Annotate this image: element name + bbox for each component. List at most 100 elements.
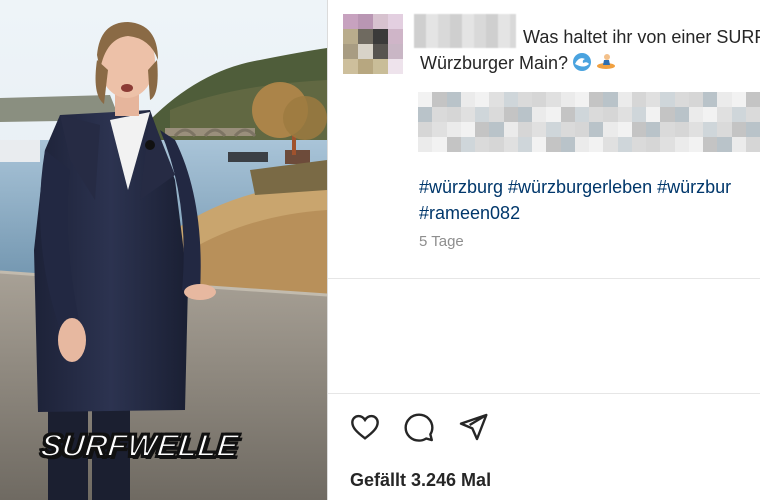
blur-pixel (503, 122, 518, 137)
blur-pixel (574, 137, 589, 152)
blur-pixel (589, 122, 604, 137)
blur-pixel (703, 137, 718, 152)
blur-pixel (475, 92, 490, 107)
blur-pixel (503, 137, 518, 152)
send-icon (459, 413, 488, 441)
blur-pixel (631, 107, 646, 122)
blur-pixel (532, 122, 547, 137)
blur-pixel (532, 137, 547, 152)
post-timestamp[interactable]: 5 Tage (419, 233, 464, 250)
blur-pixel (646, 92, 661, 107)
actions-divider (328, 393, 760, 394)
blur-pixel (674, 107, 689, 122)
blur-pixel (674, 122, 689, 137)
blur-pixel (745, 92, 760, 107)
blur-pixel (631, 92, 646, 107)
post-photo (0, 0, 327, 500)
post-caption: Was haltet ihr von einer SURF Würzburger… (420, 24, 760, 76)
blur-pixel (503, 92, 518, 107)
author-avatar-blurred[interactable] (343, 14, 403, 74)
blur-pixel (574, 107, 589, 122)
post-media[interactable]: SURFWELLE (0, 0, 327, 500)
blur-pixel (446, 137, 461, 152)
blur-pixel (646, 137, 661, 152)
blur-pixel (731, 137, 746, 152)
caption-line-2-text: Würzburger Main? (420, 53, 569, 73)
blur-pixel (589, 137, 604, 152)
blur-pixel (489, 107, 504, 122)
blur-pixel (603, 107, 618, 122)
blur-pixel (617, 137, 632, 152)
blur-pixel (660, 122, 675, 137)
blur-pixel (603, 122, 618, 137)
blur-pixel (646, 122, 661, 137)
blur-pixel (703, 107, 718, 122)
blur-pixel (745, 107, 760, 122)
blur-pixel (446, 122, 461, 137)
blur-pixel (660, 137, 675, 152)
caption-line-2: Würzburger Main? (420, 50, 760, 76)
hashtags: #würzburg #würzburgerleben #würzbur #ram… (419, 174, 760, 226)
blur-pixel (475, 137, 490, 152)
blur-pixel (688, 107, 703, 122)
blur-pixel (418, 92, 433, 107)
action-bar (348, 410, 490, 444)
heart-icon (351, 414, 379, 440)
blur-pixel (560, 137, 575, 152)
blur-pixel (631, 137, 646, 152)
comment-icon (404, 413, 434, 442)
blur-pixel (418, 107, 433, 122)
hashtags-line-1[interactable]: #würzburg #würzburgerleben #würzbur (419, 174, 760, 200)
blur-pixel (589, 92, 604, 107)
blur-pixel (418, 122, 433, 137)
blur-pixel (546, 122, 561, 137)
blur-pixel (460, 107, 475, 122)
blur-pixel (546, 92, 561, 107)
blur-pixel (532, 92, 547, 107)
blur-pixel (432, 137, 447, 152)
blur-pixel (688, 122, 703, 137)
blur-pixel (489, 137, 504, 152)
blur-pixel (731, 92, 746, 107)
blur-pixel (631, 122, 646, 137)
blur-pixel (574, 122, 589, 137)
blur-pixel (717, 92, 732, 107)
blur-pixel (674, 137, 689, 152)
surfwelle-sticker: SURFWELLE (38, 427, 241, 464)
blur-pixel (503, 107, 518, 122)
blur-pixel (517, 137, 532, 152)
blur-pixel (717, 137, 732, 152)
blur-pixel (589, 107, 604, 122)
blur-pixel (532, 107, 547, 122)
blur-pixel (517, 92, 532, 107)
likes-count[interactable]: Gefällt 3.246 Mal (350, 470, 491, 491)
blur-pixel (617, 107, 632, 122)
blur-pixel (432, 122, 447, 137)
blur-pixel (731, 107, 746, 122)
blur-pixel (603, 92, 618, 107)
blur-pixel (546, 107, 561, 122)
blur-pixel (475, 122, 490, 137)
blur-pixel (660, 107, 675, 122)
blur-pixel (703, 92, 718, 107)
blur-pixel (460, 137, 475, 152)
blur-pixel (745, 122, 760, 137)
blur-pixel (646, 107, 661, 122)
caption-line-1: Was haltet ihr von einer SURF (523, 27, 760, 47)
blur-pixel (674, 92, 689, 107)
share-button[interactable] (456, 410, 490, 444)
blur-pixel (603, 137, 618, 152)
blur-pixel (660, 92, 675, 107)
comment-button[interactable] (402, 410, 436, 444)
blur-pixel (489, 122, 504, 137)
blur-pixel (688, 137, 703, 152)
surfer-emoji-icon (597, 54, 616, 69)
hashtags-line-2[interactable]: #rameen082 (419, 200, 760, 226)
blur-pixel (432, 92, 447, 107)
blur-pixel (745, 137, 760, 152)
section-divider (328, 278, 760, 279)
blur-pixel (731, 122, 746, 137)
blur-pixel (717, 107, 732, 122)
blur-pixel (560, 92, 575, 107)
like-button[interactable] (348, 410, 382, 444)
